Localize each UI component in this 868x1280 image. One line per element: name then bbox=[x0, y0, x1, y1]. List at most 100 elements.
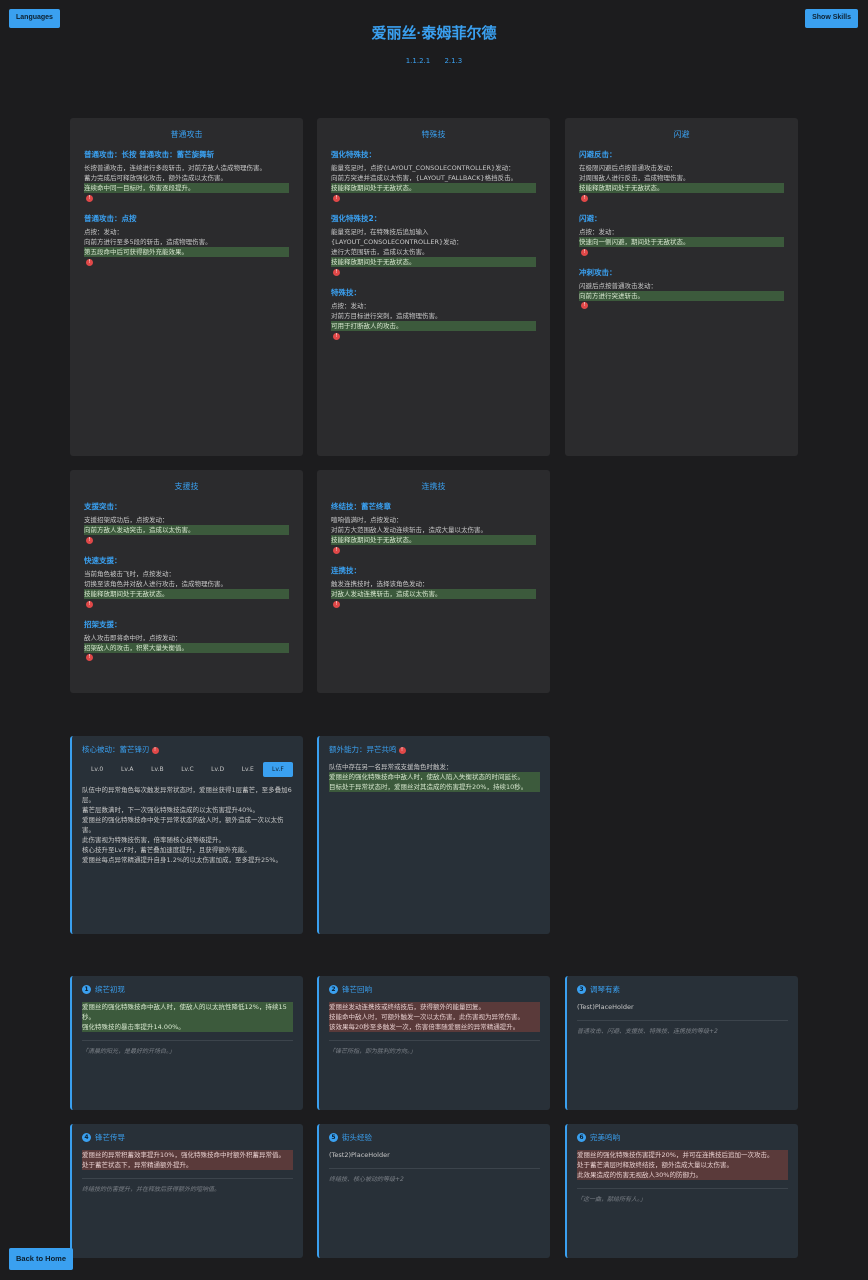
skill-section-heading: 普通攻击：点按 bbox=[84, 214, 137, 224]
mindscape-title-text: 完美鸣响 bbox=[590, 1133, 620, 1142]
core-passive-title: 核心被动：蓄芒锋刃! bbox=[82, 744, 293, 756]
skill-card-title: 连携技 bbox=[421, 482, 446, 491]
mindscape-card: 1 缤芒初现 爱丽丝的强化特殊技命中敌人时，使敌人的以太抗性降低12%，持续15秒。… bbox=[70, 976, 303, 1110]
info-icon: ! bbox=[333, 268, 340, 276]
mindscape-title: 2 锋芒回响 bbox=[329, 984, 540, 996]
skill-section-heading: 闪避： bbox=[579, 214, 602, 224]
skill-section: 强化特殊技2： 能量充足时，在特殊技后追加输入{LAYOUT_CONSOLECON… bbox=[331, 213, 536, 277]
level-tab[interactable]: Lv.A bbox=[112, 762, 142, 777]
skill-card-title: 普通攻击 bbox=[170, 130, 203, 139]
level-tab[interactable]: Lv.0 bbox=[82, 762, 112, 777]
skill-card-dodge: 闪避 闪避反击： 在极限闪避后点按普通攻击发动： 对周围敌人进行反击，造成物理伤害。技… bbox=[565, 118, 798, 456]
mindscape-title: 6 完美鸣响 bbox=[577, 1132, 788, 1144]
info-icon: ! bbox=[151, 746, 159, 754]
version-tag[interactable]: 1.1.2.1 bbox=[406, 57, 431, 65]
mindscape-card: 6 完美鸣响 爱丽丝的强化特殊技伤害提升20%，并可在连携技后追加一次攻击。 处于蓄芒… bbox=[565, 1124, 798, 1258]
skill-section: 冲刺攻击： 闪避后点按普通攻击发动： 向前方进行突进斩击。! bbox=[579, 267, 784, 311]
info-icon: ! bbox=[86, 194, 93, 202]
level-tab[interactable]: Lv.D bbox=[203, 762, 233, 777]
skill-line: 蓄力完成后可释放强化攻击，额外造成以太伤害。 bbox=[84, 174, 227, 183]
mindscape-line: 处于蓄芒满层时释放终结技，额外造成大量以太伤害。 bbox=[577, 1159, 788, 1170]
skill-line: 连续命中同一目标时，伤害逐段提升。 bbox=[84, 183, 289, 194]
skill-line: 对周围敌人进行反击，造成物理伤害。 bbox=[579, 174, 690, 183]
skill-line: 喧响值满时，点按发动： bbox=[331, 516, 403, 525]
version-list: 1.1.2.1 2.1.3 bbox=[0, 56, 868, 67]
mindscape-card: 4 锋芒传导 爱丽丝的异常积蓄效率提升10%，强化特殊技命中时额外积蓄异常值。 处于蓄… bbox=[70, 1124, 303, 1258]
skill-card-chain: 连携技终结技：蓄芒终章喧响值满时，点按发动： 对前方大范围敌人发动连续斩击，造成大… bbox=[317, 470, 550, 693]
skill-section: 支援突击： 支援招架成功后，点按发动： 向前方敌人发动突击，造成以太伤害。! bbox=[84, 501, 289, 545]
skill-line: 对前方大范围敌人发动连续斩击，造成大量以太伤害。 bbox=[331, 526, 487, 535]
mindscape-title-text: 调琴有素 bbox=[590, 985, 620, 994]
info-icon: ! bbox=[86, 536, 93, 544]
mindscape-card: 5 街头经验 (Test2)PlaceHolder 终结技、核心被动的等级+2 bbox=[317, 1124, 550, 1258]
skill-line: 向前方突进并造成以太伤害，{LAYOUT_FALLBACK}格挡反击。 bbox=[331, 174, 518, 183]
mindscape-title: 5 街头经验 bbox=[329, 1132, 540, 1144]
skill-line: 向前方进行至多5段的斩击，造成物理伤害。 bbox=[84, 237, 212, 246]
skill-line: 进行大范围斩击，造成以太伤害。 bbox=[331, 248, 429, 257]
skill-line: 技能释放期间处于无敌状态。 bbox=[331, 257, 536, 268]
info-icon: ! bbox=[333, 546, 340, 554]
skill-line: 点按：发动： bbox=[579, 227, 618, 236]
skill-section: 终结技：蓄芒终章喧响值满时，点按发动： 对前方大范围敌人发动连续斩击，造成大量以太… bbox=[331, 501, 536, 555]
skill-line: 招架敌人的攻击，积累大量失衡值。 bbox=[84, 642, 289, 653]
skill-line: 可用于打断敌人的攻击。 bbox=[331, 320, 536, 332]
skill-card-basic-attack: 普通攻击 普通攻击：长按 普通攻击：蓄芒旋舞斩 长按普通攻击，连续进行多段斩击，对前… bbox=[70, 118, 303, 456]
skill-line: 敌人攻击即将命中时，点按发动： bbox=[84, 633, 182, 642]
mindscape-line: (Test)PlaceHolder bbox=[577, 1002, 634, 1011]
mindscape-title: 1 缤芒初现 bbox=[82, 984, 293, 996]
skill-section: 闪避反击： 在极限闪避后点按普通攻击发动： 对周围敌人进行反击，造成物理伤害。 技能释… bbox=[579, 149, 784, 203]
skill-section-heading: 招架支援： bbox=[84, 620, 122, 630]
mindscape-title: 3 调琴有素 bbox=[577, 984, 788, 996]
mindscape-title-text: 锋芒回响 bbox=[342, 985, 372, 994]
mindscape-line: 技能命中敌人时，可额外触发一次以太伤害，此伤害视为异常伤害。 bbox=[329, 1011, 540, 1022]
skill-section-heading: 快速支援： bbox=[84, 556, 122, 566]
level-tab[interactable]: Lv.B bbox=[142, 762, 172, 777]
skill-line: 技能释放期间处于无敌状态。 bbox=[84, 588, 289, 600]
skill-section: 连携技： 触发连携技时，选择该角色发动： 对敌人发动连携斩击，造成以太伤害。! bbox=[331, 565, 536, 609]
extra-ability-text: 队伍中存在另一名异常或支援角色时触发： 爱丽丝的强化特殊技命中敌人时，使敌人陷入失… bbox=[329, 762, 540, 792]
skill-card-title: 支援技 bbox=[174, 482, 199, 491]
back-home-button[interactable]: Back to Home bbox=[9, 1248, 74, 1270]
skill-line: 技能释放期间处于无敌状态。 bbox=[579, 183, 784, 194]
mindscape-card: 2 锋芒回响爱丽丝发动连携技或终结技后，获得额外的能量回复。 技能命中敌人时，可额外… bbox=[317, 976, 550, 1110]
mindscape-number: 4 bbox=[82, 1133, 91, 1143]
skill-section-heading: 强化特殊技2： bbox=[331, 214, 382, 224]
version-tag[interactable]: 2.1.3 bbox=[444, 57, 462, 65]
level-tab[interactable]: Lv.F bbox=[262, 761, 293, 777]
mindscape-title-text: 缤芒初现 bbox=[95, 985, 125, 994]
info-icon: ! bbox=[333, 194, 340, 202]
skill-card-assist: 支援技支援突击： 支援招架成功后，点按发动： 向前方敌人发动突击，造成以太伤害。! 快… bbox=[70, 470, 303, 693]
skill-line: 在极限闪避后点按普通攻击发动： bbox=[579, 164, 677, 173]
skill-section: 快速支援： 当前角色被击飞时，点按发动： 切换至该角色并对敌人进行攻击，造成物理伤害… bbox=[84, 555, 289, 609]
skill-line: 能量充足时，在特殊技后追加输入{LAYOUT_CONSOLECONTROLLER… bbox=[331, 227, 463, 246]
skill-line: 技能释放期间处于无敌状态。 bbox=[331, 183, 536, 194]
skill-line: 当前角色被击飞时，点按发动： bbox=[84, 569, 175, 578]
skill-section: 招架支援： 敌人攻击即将命中时，点按发动： 招架敌人的攻击，积累大量失衡值。! bbox=[84, 619, 289, 663]
skill-line: 对敌人发动连携斩击，造成以太伤害。 bbox=[331, 588, 536, 600]
skill-section: 闪避： 点按：发动： 快速向一侧闪避，期间处于无敌状态。! bbox=[579, 213, 784, 257]
mindscape-line: (Test2)PlaceHolder bbox=[329, 1150, 390, 1159]
skill-section-heading: 连携技： bbox=[331, 566, 361, 576]
extra-ability-card: 额外能力：异芒共鸣! 队伍中存在另一名异常或支援角色时触发： 爱丽丝的强化特殊技命… bbox=[317, 736, 550, 934]
info-icon: ! bbox=[333, 332, 340, 340]
info-icon: ! bbox=[581, 194, 588, 202]
skill-section: 强化特殊技： 能量充足时，点按{LAYOUT_CONSOLECONTROLLER}… bbox=[331, 149, 536, 203]
skill-section-heading: 终结技：蓄芒终章 bbox=[331, 502, 391, 512]
mindscape-line: 爱丽丝发动连携技或终结技后，获得额外的能量回复。 bbox=[329, 1001, 540, 1012]
info-icon: ! bbox=[581, 302, 588, 310]
mindscape-quote: 「这一曲，献给所有人。」 bbox=[577, 1187, 788, 1204]
skill-line: 向前方敌人发动突击，造成以太伤害。 bbox=[84, 525, 289, 536]
skill-card-special: 特殊技 强化特殊技： 能量充足时，点按{LAYOUT_CONSOLECONTROLL… bbox=[317, 118, 550, 456]
skill-line: 触发连携技时，选择该角色发动： bbox=[331, 579, 429, 588]
skill-line: 长按普通攻击，连续进行多段斩击，对前方敌人造成物理伤害。 bbox=[84, 164, 266, 173]
mindscape-quote: 「锋芒所指，即为胜利的方向。」 bbox=[329, 1039, 540, 1056]
mindscape-line: 该效果每20秒至多触发一次，伤害倍率随爱丽丝的异常精通提升。 bbox=[329, 1021, 540, 1032]
level-tab[interactable]: Lv.E bbox=[233, 762, 263, 777]
skill-section: 特殊技： 点按：发动： 对前方目标进行突刺，造成物理伤害。 可用于打断敌人的攻击。! bbox=[331, 287, 536, 341]
skill-section-heading: 特殊技： bbox=[331, 288, 361, 298]
mindscape-number: 1 bbox=[82, 985, 91, 995]
skill-line: 点按：发动： bbox=[84, 227, 123, 236]
extra-line: 爱丽丝的强化特殊技命中敌人时，使敌人陷入失衡状态的时间延长。 bbox=[329, 771, 540, 782]
level-tab[interactable]: Lv.C bbox=[172, 762, 202, 777]
skill-line: 技能释放期间处于无敌状态。 bbox=[331, 535, 536, 546]
